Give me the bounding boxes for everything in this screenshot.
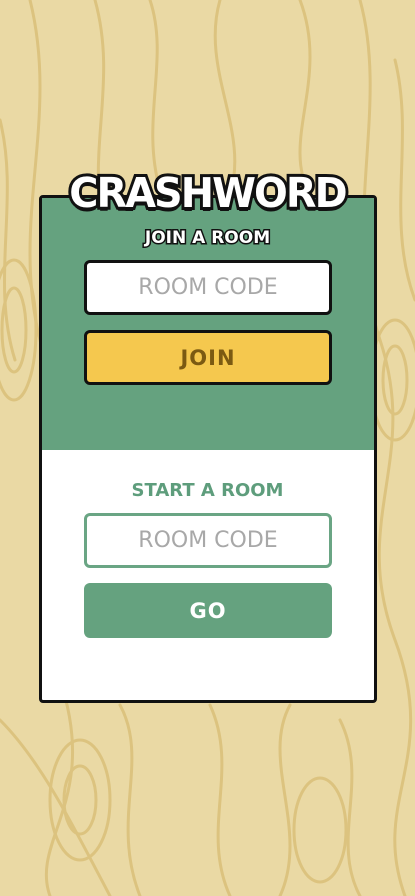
join-room-heading: JOIN A ROOM	[143, 227, 271, 250]
join-button[interactable]: JOIN	[84, 330, 332, 385]
go-button[interactable]: GO	[84, 583, 332, 638]
join-room-code-input[interactable]	[84, 260, 332, 315]
start-room-heading: START A ROOM	[131, 480, 284, 501]
start-room-code-input[interactable]	[84, 513, 332, 568]
logo-text: CRASHWORD	[66, 166, 350, 220]
app-logo: CRASHWORD	[0, 163, 415, 223]
